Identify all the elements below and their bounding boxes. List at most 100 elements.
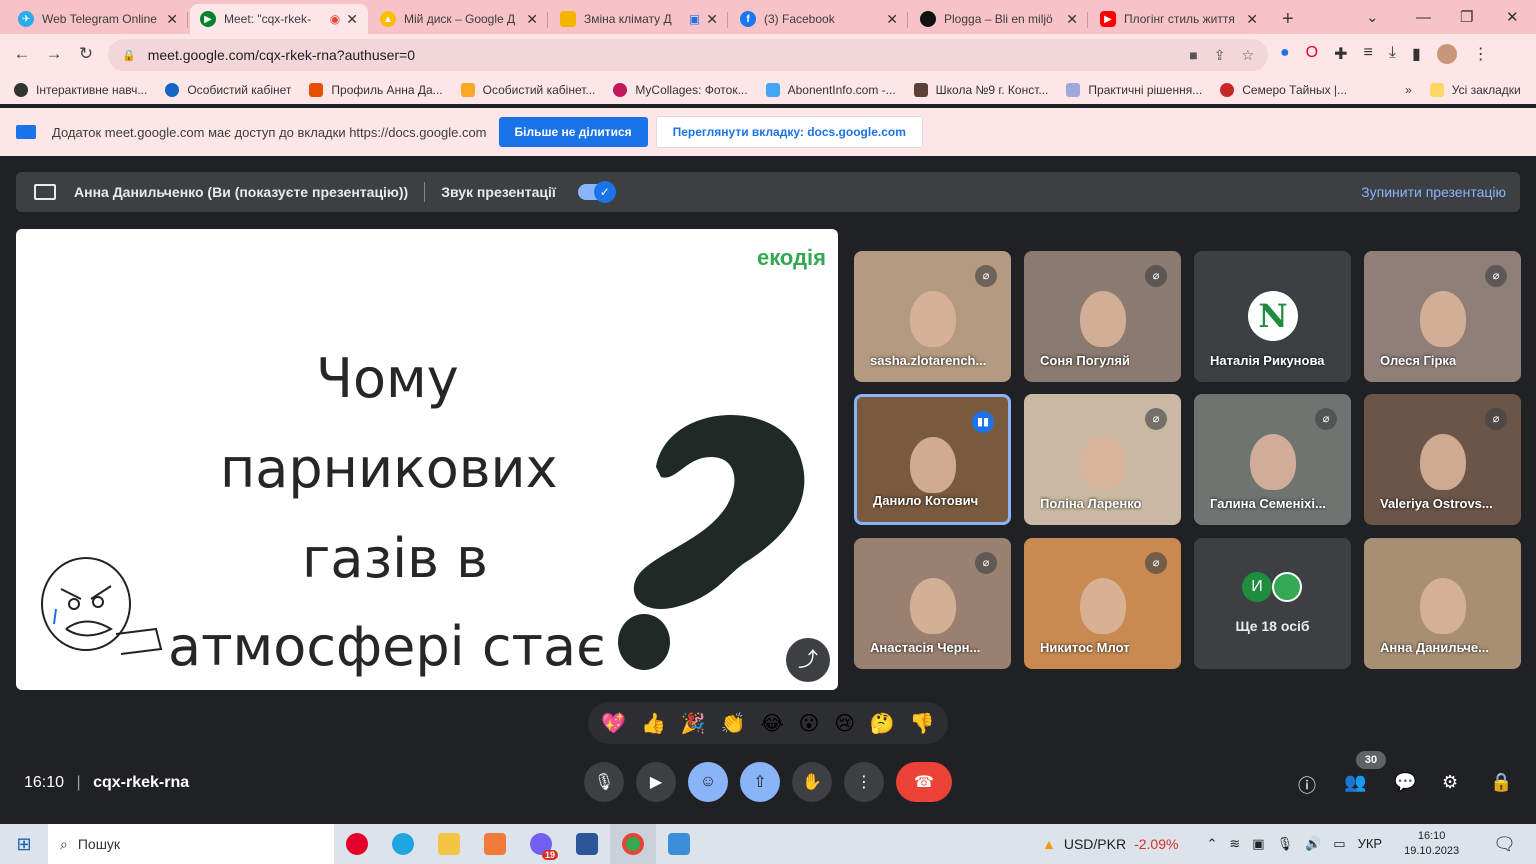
stop-sharing-button[interactable]: Більше не ділитися: [498, 117, 648, 147]
address-text[interactable]: meet.google.com/cqx-rkek-rna?authuser=0: [148, 47, 415, 63]
stop-presenting-button[interactable]: Зупинити презентацію: [1361, 184, 1506, 200]
chrome-taskbar-icon[interactable]: [610, 824, 656, 864]
reaction-thumbs-up[interactable]: 👍: [641, 711, 666, 736]
close-tab-icon[interactable]: ✕: [166, 11, 178, 28]
activities-icon[interactable]: ⚙: [1442, 772, 1458, 793]
more-options-button[interactable]: ⋮: [844, 762, 884, 802]
tab-meet[interactable]: ▶ Meet: "cqx-rkek- ◉ ✕: [190, 4, 368, 34]
explorer-taskbar-icon[interactable]: [426, 824, 472, 864]
close-window-icon[interactable]: ✕: [1506, 0, 1519, 34]
participant-tile[interactable]: ⌀ Анастасія Черн...: [854, 538, 1011, 669]
participant-tile[interactable]: ⌀ Галина Семеніхі...: [1194, 394, 1351, 525]
notifications-icon[interactable]: 🗨: [1493, 834, 1516, 855]
share-icon[interactable]: ⤴: [786, 638, 830, 682]
tab-search-icon[interactable]: ⌄: [1366, 0, 1379, 34]
more-participants-tile[interactable]: И Ще 18 осіб: [1194, 538, 1351, 669]
viber-taskbar-icon[interactable]: 19: [518, 824, 564, 864]
bookmark-item[interactable]: Профиль Анна Да...: [309, 83, 443, 97]
minimize-icon[interactable]: —: [1416, 0, 1431, 34]
tab-youtube[interactable]: ▶ Плогінг стиль життя ✕: [1090, 4, 1268, 34]
meeting-details-icon[interactable]: ⓘ: [1298, 772, 1316, 798]
reaction-heart[interactable]: 💖: [601, 711, 626, 736]
reaction-sad[interactable]: 😢: [834, 711, 855, 736]
bookmark-star-icon[interactable]: ☆: [1241, 47, 1254, 64]
bookmark-item[interactable]: AbonentInfo.com -...: [765, 83, 896, 97]
bookmark-item[interactable]: Семеро Тайных |...: [1220, 83, 1347, 97]
participant-tile[interactable]: ⌀ sasha.zlotarench...: [854, 251, 1011, 382]
new-tab-button[interactable]: +: [1272, 4, 1306, 34]
participant-tile[interactable]: Анна Данильче...: [1364, 538, 1521, 669]
participant-tile[interactable]: ⌀ Олеся Гірка: [1364, 251, 1521, 382]
all-bookmarks[interactable]: Усі закладки: [1429, 83, 1521, 97]
windows-start-icon[interactable]: ⊞: [0, 834, 48, 855]
lock-icon[interactable]: 🔒: [122, 49, 136, 62]
close-tab-icon[interactable]: ✕: [1246, 11, 1258, 28]
participant-tile[interactable]: ▮▮ Данило Котович: [854, 394, 1011, 525]
opera-taskbar-icon[interactable]: [334, 824, 380, 864]
photos-taskbar-icon[interactable]: [656, 824, 702, 864]
close-tab-icon[interactable]: ✕: [346, 11, 358, 28]
mic-button[interactable]: 🎙: [584, 762, 624, 802]
language-indicator[interactable]: УКР: [1358, 836, 1383, 852]
bookmark-item[interactable]: Школа №9 г. Конст...: [913, 83, 1048, 97]
chevron-up-icon[interactable]: ⌃: [1206, 836, 1217, 852]
system-clock[interactable]: 16:10 19.10.2023: [1404, 829, 1459, 859]
participant-tile[interactable]: N Наталія Рикунова: [1194, 251, 1351, 382]
bookmark-item[interactable]: Особистий кабінет...: [460, 83, 595, 97]
host-controls-icon[interactable]: 🔒: [1490, 772, 1512, 793]
close-tab-icon[interactable]: ✕: [706, 11, 718, 28]
taskbar-search[interactable]: ⌕ Пошук: [48, 824, 334, 864]
browser-menu-icon[interactable]: ⋮: [1473, 44, 1489, 64]
reaction-clap[interactable]: 👏: [721, 711, 746, 736]
participant-tile[interactable]: ⌀ Соня Погуляй: [1024, 251, 1181, 382]
media-control-icon[interactable]: ≡: [1364, 44, 1373, 64]
extensions-puzzle-icon[interactable]: ✚: [1334, 44, 1347, 64]
reaction-laugh[interactable]: 😂: [760, 711, 783, 736]
view-tab-button[interactable]: Переглянути вкладку: docs.google.com: [655, 116, 923, 148]
maximize-icon[interactable]: ❐: [1460, 0, 1473, 34]
profile-avatar[interactable]: [1436, 44, 1457, 64]
participant-tile[interactable]: ⌀ Valeriya Ostrovs...: [1364, 394, 1521, 525]
tab-slides[interactable]: Зміна клімату Д ▣ ✕: [550, 4, 728, 34]
participant-tile[interactable]: ⌀ Поліна Ларенко: [1024, 394, 1181, 525]
bookmark-item[interactable]: Практичні рішення...: [1066, 83, 1202, 97]
share-page-icon[interactable]: ⇪: [1214, 47, 1226, 64]
reaction-thinking[interactable]: 🤔: [870, 711, 895, 736]
side-panel-icon[interactable]: ▮: [1412, 44, 1421, 64]
back-icon[interactable]: ←: [12, 44, 32, 64]
volume-icon[interactable]: 🔊: [1305, 836, 1321, 852]
bookmarks-overflow[interactable]: »: [1405, 83, 1412, 97]
extension-blue-icon[interactable]: ●: [1280, 44, 1290, 64]
close-tab-icon[interactable]: ✕: [526, 11, 538, 28]
bookmark-item[interactable]: Особистий кабінет: [165, 83, 291, 97]
forward-icon[interactable]: →: [44, 44, 64, 64]
mic-tray-icon[interactable]: 🎙: [1277, 836, 1294, 852]
reaction-surprised[interactable]: 😮: [799, 711, 820, 736]
participant-tile[interactable]: ⌀ Никитос Млот: [1024, 538, 1181, 669]
presentation-audio-toggle[interactable]: ✓: [577, 181, 616, 203]
address-bar[interactable]: 🔒 meet.google.com/cqx-rkek-rna?authuser=…: [108, 39, 1268, 71]
raise-hand-button[interactable]: ✋: [792, 762, 832, 802]
camera-button[interactable]: ▶: [636, 762, 676, 802]
reaction-thumbs-down[interactable]: 👎: [910, 711, 935, 736]
app-taskbar-icon[interactable]: [472, 824, 518, 864]
chat-icon[interactable]: 💬: [1394, 772, 1416, 793]
wifi-icon[interactable]: ≋: [1229, 836, 1240, 852]
reload-icon[interactable]: ↻: [76, 44, 96, 64]
bookmark-item[interactable]: MyCollages: Фоток...: [613, 83, 748, 97]
reactions-button[interactable]: ☺: [688, 762, 728, 802]
download-icon[interactable]: ⤓: [1389, 44, 1396, 64]
stock-ticker[interactable]: ▲ USD/PKR -2.09%: [1042, 836, 1178, 852]
close-tab-icon[interactable]: ✕: [886, 11, 898, 28]
tab-plogga[interactable]: Plogga – Bli en miljö ✕: [910, 4, 1088, 34]
meet-present-tray-icon[interactable]: ▣: [1252, 836, 1264, 852]
present-button[interactable]: ⇧: [740, 762, 780, 802]
edge-taskbar-icon[interactable]: [380, 824, 426, 864]
leave-call-button[interactable]: ☎: [896, 762, 952, 802]
people-icon[interactable]: 👥: [1344, 772, 1366, 793]
tab-facebook[interactable]: f (3) Facebook ✕: [730, 4, 908, 34]
word-taskbar-icon[interactable]: [564, 824, 610, 864]
reaction-party[interactable]: 🎉: [681, 711, 706, 736]
camera-in-use-icon[interactable]: ■: [1189, 47, 1197, 64]
bookmark-item[interactable]: Інтерактивне навч...: [14, 83, 147, 97]
